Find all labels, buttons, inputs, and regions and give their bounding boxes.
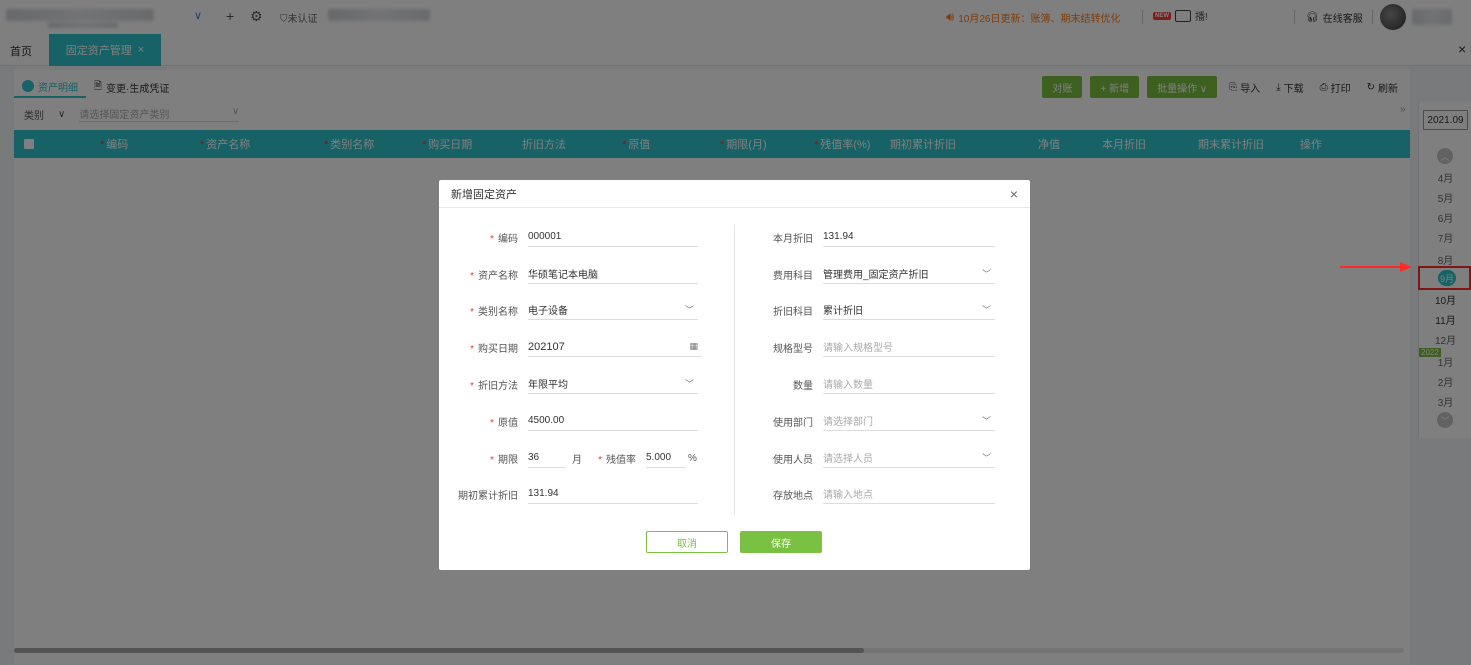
field-term-residual: * 期限 36 月 * 残值率 5.000 % [439,448,697,468]
chevron-down-icon: ﹀ [981,305,991,315]
dep-account-select[interactable]: 累计折旧 ﹀ [823,300,995,320]
term-input[interactable]: 36 [528,448,566,468]
residual-rate-input[interactable]: 5.000 [646,448,686,468]
init-dep-input[interactable]: 131.94 [528,484,698,504]
field-expense-account: 费用科目 管理费用_固定资产折旧 ﹀ [739,264,995,284]
user-select[interactable]: 请选择人员 ﹀ [823,448,995,468]
dep-method-select[interactable]: 年限平均 ﹀ [528,374,698,394]
dialog-header: 新增固定资产 × [439,180,1030,208]
dialog-title: 新增固定资产 [451,188,517,201]
location-input[interactable]: 请输入地点 [823,484,995,504]
field-spec: 规格型号 请输入规格型号 [739,337,995,357]
field-asset-name: * 资产名称 华硕笔记本电脑 [439,264,698,284]
spec-input[interactable]: 请输入规格型号 [823,337,995,357]
field-department: 使用部门 请选择部门 ﹀ [739,411,995,431]
month-dep-input[interactable]: 131.94 [823,227,995,247]
code-input[interactable]: 000001 [528,227,698,247]
column-divider [734,225,735,515]
residual-unit: % [688,452,697,464]
chevron-down-icon: ﹀ [684,379,694,389]
asset-name-input[interactable]: 华硕笔记本电脑 [528,264,698,284]
annotation-arrow-icon [1340,262,1412,272]
category-select[interactable]: 电子设备 ﹀ [528,300,698,320]
field-location: 存放地点 请输入地点 [739,484,995,504]
chevron-down-icon: ﹀ [981,416,991,426]
close-icon[interactable]: × [1010,186,1018,202]
field-user: 使用人员 请选择人员 ﹀ [739,448,995,468]
field-dep-account: 折旧科目 累计折旧 ﹀ [739,300,995,320]
field-month-dep: 本月折旧 131.94 [739,227,995,247]
original-value-input[interactable]: 4500.00 [528,411,698,431]
expense-account-select[interactable]: 管理费用_固定资产折旧 ﹀ [823,264,995,284]
field-purchase-date: * 购买日期 202107 ▦ [439,337,702,357]
add-asset-dialog: 新增固定资产 × * 编码 000001 * 资产名称 华硕笔记本电脑 * 类别名称 … [439,180,1030,570]
chevron-down-icon: ﹀ [981,269,991,279]
field-dep-method: * 折旧方法 年限平均 ﹀ [439,374,698,394]
chevron-down-icon: ﹀ [684,305,694,315]
save-button[interactable]: 保存 [740,531,822,553]
term-unit: 月 [572,454,582,466]
field-category: * 类别名称 电子设备 ﹀ [439,300,698,320]
chevron-down-icon: ﹀ [981,453,991,463]
calendar-icon: ▦ [689,341,698,351]
field-init-dep: 期初累计折旧 131.94 [439,484,698,504]
purchase-date-picker[interactable]: 202107 ▦ [528,337,702,357]
department-select[interactable]: 请选择部门 ﹀ [823,411,995,431]
field-original-value: * 原值 4500.00 [439,411,698,431]
quantity-input[interactable]: 请输入数量 [823,374,995,394]
field-code: * 编码 000001 [439,227,698,247]
field-quantity: 数量 请输入数量 [739,374,995,394]
cancel-button[interactable]: 取消 [646,531,728,553]
